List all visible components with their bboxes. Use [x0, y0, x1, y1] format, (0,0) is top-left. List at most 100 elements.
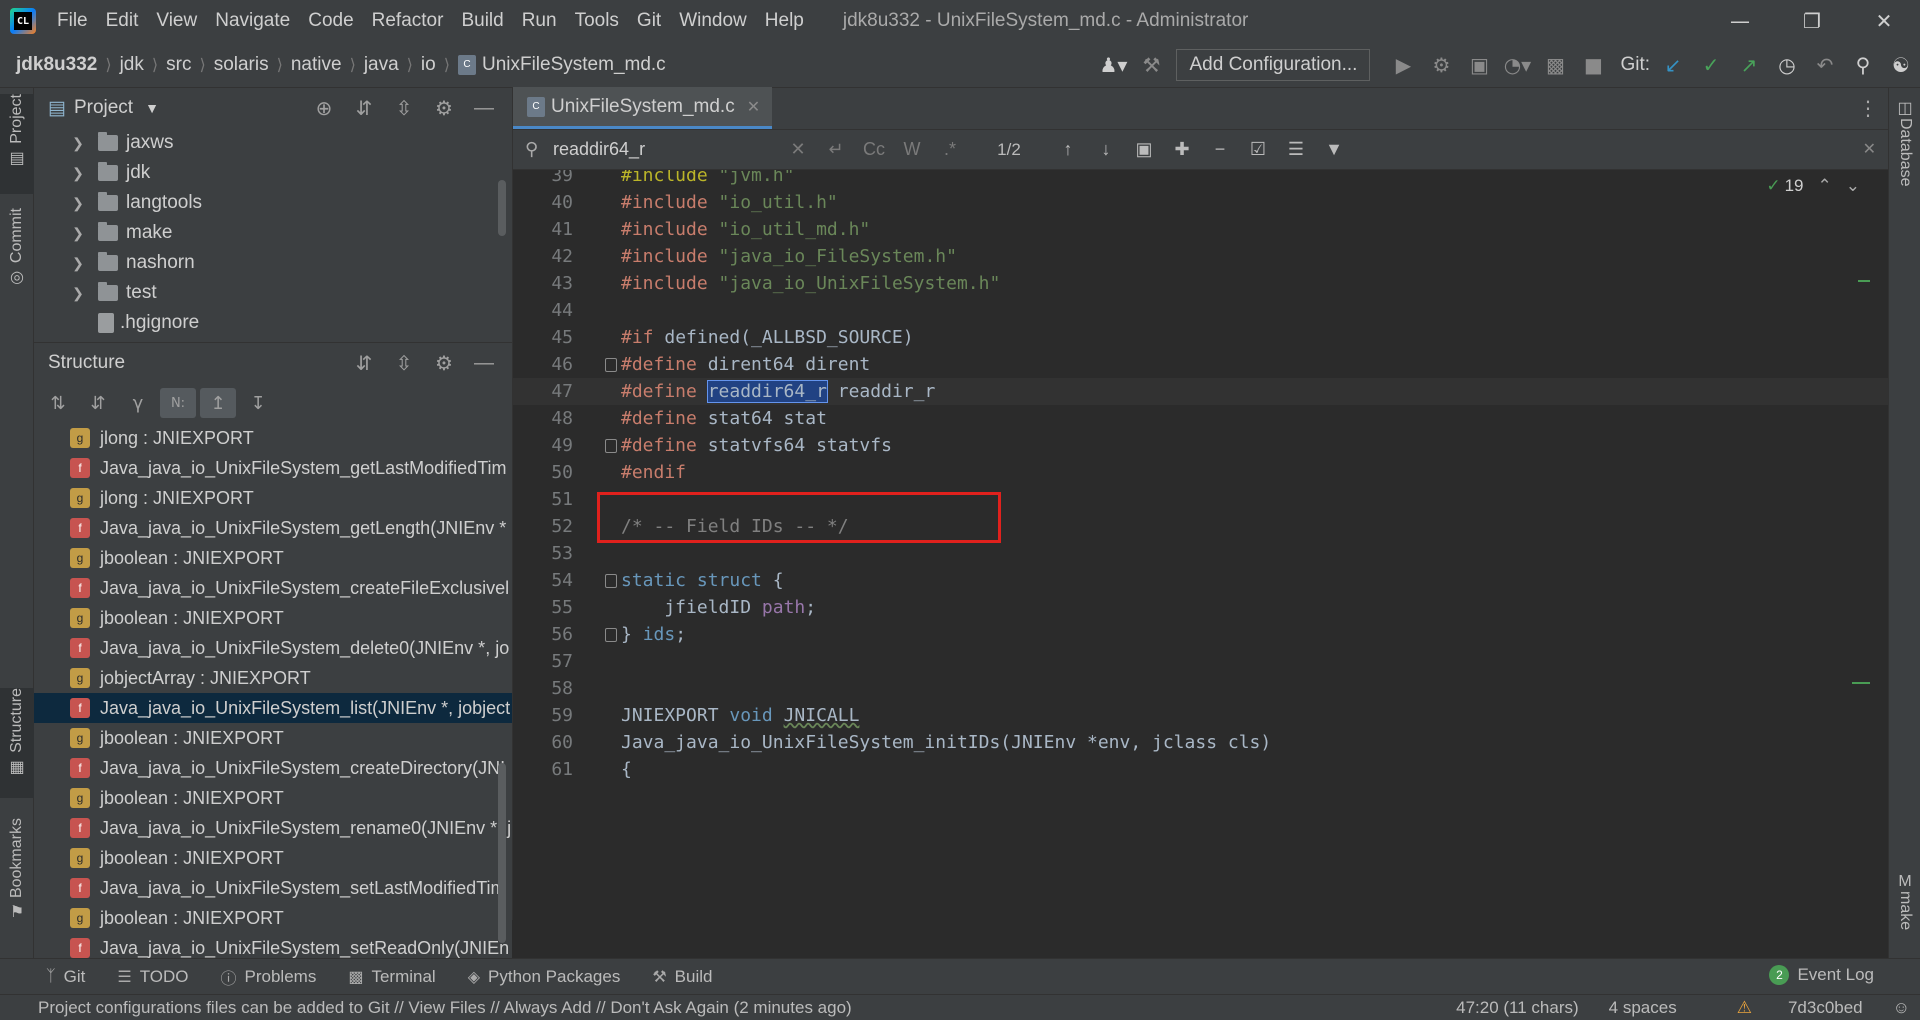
next-highlight-icon[interactable]: ⌄	[1846, 176, 1860, 196]
structure-item[interactable]: g jboolean : JNIEXPORT	[34, 603, 512, 633]
git-branch-widget[interactable]: ⚠ 7d3c0bed	[1707, 998, 1863, 1018]
menu-window[interactable]: Window	[670, 10, 756, 32]
commit-tool-tab[interactable]: Commit ◎	[0, 208, 34, 300]
todo-tool-button[interactable]: ☰ TODO	[117, 967, 188, 987]
minimize-button[interactable]: —	[1704, 0, 1776, 42]
structure-item[interactable]: f Java_java_io_UnixFileSystem_getLength(J…	[34, 513, 512, 543]
close-tab-icon[interactable]: ✕	[747, 97, 760, 117]
chevron-right-icon[interactable]: ❯	[68, 135, 88, 152]
breadcrumb-io[interactable]: io	[421, 54, 436, 76]
autoscroll-to-source-icon[interactable]: ↥	[200, 388, 236, 418]
app-logo-icon[interactable]: CL	[10, 8, 36, 34]
menu-help[interactable]: Help	[756, 10, 813, 32]
line-number[interactable]: 50	[513, 462, 573, 483]
code-editor[interactable]: 39 #include "jvm.h" 40 #include "io_util.h"…	[513, 170, 1889, 920]
project-scrollbar[interactable]	[498, 180, 506, 236]
structure-item[interactable]: g jlong : JNIEXPORT	[34, 423, 512, 453]
code-line[interactable]: 43 #include "java_io_UnixFileSystem.h"	[513, 270, 1889, 297]
more-tabs-icon[interactable]: ⋮	[1858, 96, 1878, 120]
breadcrumb-java[interactable]: java	[364, 54, 399, 76]
line-number[interactable]: 56	[513, 624, 573, 645]
open-in-window-icon[interactable]: ▣	[1125, 139, 1163, 160]
gear-icon[interactable]: ⚙	[424, 351, 464, 376]
tree-item-test[interactable]: ❯ test	[34, 278, 512, 308]
line-number[interactable]: 42	[513, 246, 573, 267]
rollback-icon[interactable]: ↶	[1806, 47, 1844, 83]
git-push-icon[interactable]: ↗	[1730, 47, 1768, 83]
code-line[interactable]: 61 {	[513, 756, 1889, 783]
structure-item[interactable]: g jboolean : JNIEXPORT	[34, 843, 512, 873]
collapse-all-icon[interactable]: ⇳	[384, 96, 424, 121]
breadcrumb-project[interactable]: jdk8u332	[16, 54, 97, 76]
fold-toggle-icon[interactable]	[605, 628, 617, 642]
code-line[interactable]: 50 #endif	[513, 459, 1889, 486]
fold-toggle-icon[interactable]	[605, 574, 617, 588]
line-number[interactable]: 51	[513, 489, 573, 510]
structure-scrollbar[interactable]	[498, 763, 506, 943]
select-all-occurrences-icon[interactable]: ☑	[1239, 139, 1277, 160]
structure-item[interactable]: f Java_java_io_UnixFileSystem_delete0(JNI…	[34, 633, 512, 663]
structure-item[interactable]: f Java_java_io_UnixFileSystem_setReadOnly…	[34, 933, 512, 959]
code-line[interactable]: 60 Java_java_io_UnixFileSystem_initIDs(JN…	[513, 729, 1889, 756]
line-number[interactable]: 60	[513, 732, 573, 753]
menu-view[interactable]: View	[147, 10, 206, 32]
make-tool-tab[interactable]: M make	[1889, 873, 1920, 953]
structure-item[interactable]: f Java_java_io_UnixFileSystem_createDirec…	[34, 753, 512, 783]
ide-features-icon[interactable]: ☯	[1882, 47, 1920, 83]
line-number[interactable]: 58	[513, 678, 573, 699]
code-line[interactable]: 40 #include "io_util.h"	[513, 189, 1889, 216]
fold-toggle-icon[interactable]	[605, 358, 617, 372]
user-icon[interactable]: ♟▾	[1094, 47, 1132, 83]
add-configuration-button[interactable]: Add Configuration...	[1176, 49, 1371, 81]
history-icon[interactable]: ◷	[1768, 47, 1806, 83]
menu-file[interactable]: File	[48, 10, 97, 32]
tree-item-hgignore[interactable]: .hgignore	[34, 308, 512, 338]
breadcrumb-file[interactable]: UnixFileSystem_md.c	[482, 54, 666, 76]
code-line[interactable]: 41 #include "io_util_md.h"	[513, 216, 1889, 243]
select-opened-file-icon[interactable]: ⊕	[304, 96, 344, 121]
line-number[interactable]: 45	[513, 327, 573, 348]
chevron-right-icon[interactable]: ❯	[68, 165, 88, 182]
chevron-right-icon[interactable]: ❯	[68, 285, 88, 302]
search-input[interactable]	[553, 139, 779, 160]
build-hammer-icon[interactable]: ⚒	[1132, 47, 1170, 83]
line-number[interactable]: 54	[513, 570, 573, 591]
next-occurrence-icon[interactable]: ↓	[1087, 139, 1125, 160]
menu-code[interactable]: Code	[299, 10, 362, 32]
search-icon[interactable]: ⚲	[525, 139, 547, 160]
code-line[interactable]: 42 #include "java_io_FileSystem.h"	[513, 243, 1889, 270]
line-number[interactable]: 47	[513, 381, 573, 402]
remove-occurrence-icon[interactable]: −	[1201, 139, 1239, 160]
menu-run[interactable]: Run	[513, 10, 566, 32]
problems-tool-button[interactable]: ⓘ Problems	[221, 965, 317, 989]
collapse-all-icon[interactable]: ⇳	[384, 351, 424, 376]
breadcrumb-native[interactable]: native	[291, 54, 342, 76]
tree-item-jdk[interactable]: ❯ jdk	[34, 158, 512, 188]
line-number[interactable]: 48	[513, 408, 573, 429]
code-line[interactable]: 59 JNIEXPORT void JNICALL	[513, 702, 1889, 729]
structure-item[interactable]: g jboolean : JNIEXPORT	[34, 903, 512, 933]
line-number[interactable]: 59	[513, 705, 573, 726]
breadcrumb-solaris[interactable]: solaris	[214, 54, 269, 76]
bookmarks-tool-tab[interactable]: Bookmarks ⚑	[0, 818, 34, 928]
previous-occurrence-icon[interactable]: ↑	[1049, 139, 1087, 160]
show-fields-icon[interactable]: N:	[160, 388, 196, 418]
restore-button[interactable]: ❐	[1776, 0, 1848, 42]
debug-icon[interactable]: ⚙	[1422, 47, 1460, 83]
structure-item[interactable]: g jboolean : JNIEXPORT	[34, 783, 512, 813]
stop-icon[interactable]: ■	[1574, 47, 1612, 83]
line-number[interactable]: 52	[513, 516, 573, 537]
python-packages-tool-button[interactable]: ◈ Python Packages	[468, 967, 621, 987]
search-everywhere-icon[interactable]: ⚲	[1844, 47, 1882, 83]
line-number[interactable]: 49	[513, 435, 573, 456]
line-number[interactable]: 55	[513, 597, 573, 618]
breadcrumb-src[interactable]: src	[166, 54, 191, 76]
structure-item[interactable]: g jobjectArray : JNIEXPORT	[34, 663, 512, 693]
add-occurrence-icon[interactable]: ✚	[1163, 139, 1201, 160]
attach-icon[interactable]: ▩	[1536, 47, 1574, 83]
build-tool-button[interactable]: ⚒ Build	[652, 967, 712, 987]
chevron-right-icon[interactable]: ❯	[68, 255, 88, 272]
breadcrumb-jdk[interactable]: jdk	[120, 54, 144, 76]
menu-git[interactable]: Git	[628, 10, 670, 32]
structure-item[interactable]: g jlong : JNIEXPORT	[34, 483, 512, 513]
